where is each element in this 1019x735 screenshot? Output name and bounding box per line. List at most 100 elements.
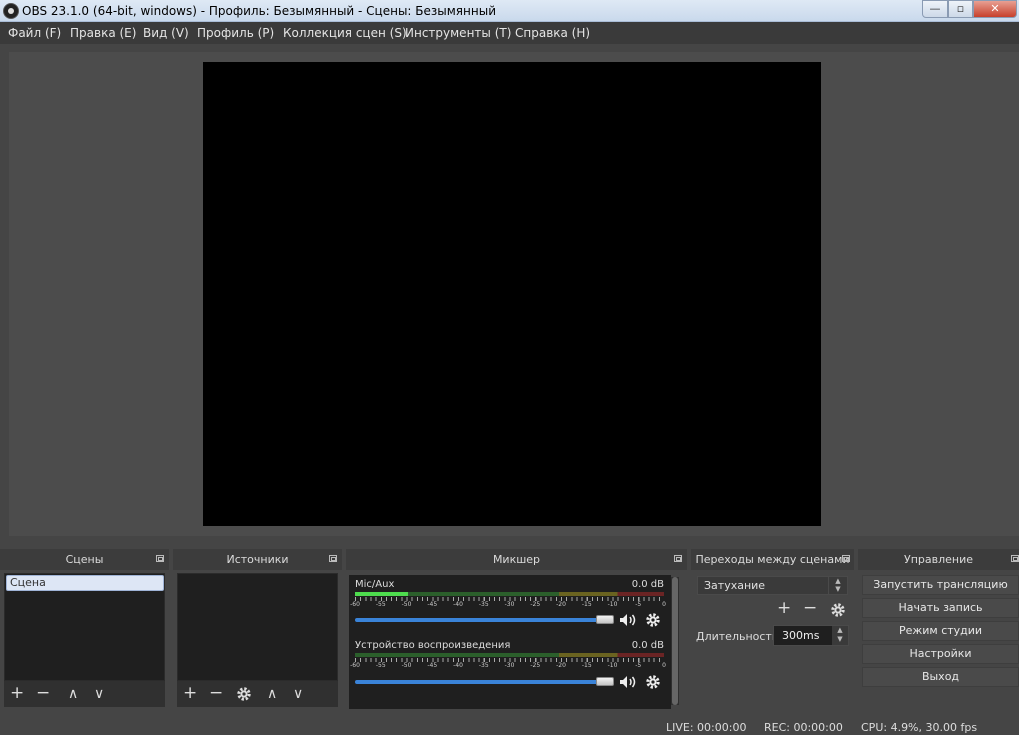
duration-spinbox[interactable]: 300ms ▲ ▼	[773, 625, 849, 646]
meter-scale-label: -10	[607, 662, 618, 669]
add-transition-icon[interactable]: +	[777, 600, 791, 617]
desktop-audio-settings-gear-icon[interactable]	[645, 674, 661, 690]
meter-scale-label: -40	[453, 662, 463, 669]
meter-scale-label: -50	[401, 601, 412, 608]
meter-scale-label: -25	[530, 601, 541, 608]
move-source-down-icon[interactable]: ∨	[293, 686, 303, 703]
maximize-button[interactable]: ▫	[948, 0, 973, 18]
meter-scale-label: -60	[350, 601, 360, 608]
controls-dock-header: Управление	[858, 549, 1019, 570]
desktop-audio-meter	[355, 653, 664, 657]
sources-toolbar	[177, 681, 338, 707]
meter-scale-label: -10	[607, 601, 618, 608]
sources-list[interactable]	[177, 573, 338, 681]
rec-timer: REC: 00:00:00	[764, 721, 843, 734]
title-bar: OBS 23.1.0 (64-bit, windows) - Профиль: …	[0, 0, 1019, 22]
mic-aux-meter-level	[355, 592, 408, 596]
sources-dock-header: Источники	[173, 549, 342, 570]
meter-scale-label: -20	[556, 662, 566, 669]
mic-aux-volume-slider[interactable]	[355, 618, 611, 622]
meter-scale-label: -45	[427, 662, 438, 669]
mixer-scrollbar-thumb[interactable]	[672, 577, 678, 705]
cpu-fps-readout: CPU: 4.9%, 30.00 fps	[861, 721, 978, 734]
desktop-audio-meter-scale: -60 -55 -50 -45 -40 -35 -30 -25 -20 -15 -10 -5 0	[350, 662, 670, 672]
meter-scale-label: -55	[375, 662, 386, 669]
desktop-audio-volume-slider[interactable]	[355, 680, 611, 684]
transitions-float-icon[interactable]	[842, 555, 850, 562]
add-source-icon[interactable]: +	[183, 685, 197, 702]
transition-select-value: Затухание	[704, 579, 766, 592]
obs-logo-icon	[3, 3, 19, 19]
scene-list-item[interactable]: Сцена	[6, 575, 164, 591]
desktop-audio-db-readout: 0.0 dB	[631, 640, 664, 651]
scenes-toolbar	[4, 681, 165, 707]
mixer-float-icon[interactable]	[674, 555, 682, 562]
meter-scale-label: -30	[504, 662, 515, 669]
controls-float-icon[interactable]	[1011, 555, 1019, 562]
meter-scale-label: 0	[662, 601, 666, 608]
mixer-dock-header: Микшер	[346, 549, 687, 570]
add-scene-icon[interactable]: +	[10, 685, 24, 702]
mic-aux-channel-name: Mic/Aux	[355, 579, 395, 590]
menu-scene-collection[interactable]: Коллекция сцен (S)	[283, 26, 407, 40]
sources-float-icon[interactable]	[329, 555, 337, 562]
meter-scale-label: -5	[635, 601, 642, 608]
remove-scene-icon[interactable]: −	[36, 685, 50, 702]
desktop-audio-channel-name: Устройство воспроизведения	[355, 640, 511, 651]
meter-scale-label: -60	[350, 662, 360, 669]
mic-aux-db-readout: 0.0 dB	[631, 579, 664, 590]
meter-scale-label: -25	[530, 662, 541, 669]
duration-stepper-icon[interactable]: ▲ ▼	[832, 626, 848, 645]
preview-canvas[interactable]	[203, 62, 821, 526]
meter-scale-label: -35	[478, 601, 489, 608]
menu-tools[interactable]: Инструменты (T)	[405, 26, 511, 40]
transition-select-arrows-icon: ▲ ▼	[828, 577, 847, 594]
menu-bar: Файл (F) Правка (E) Вид (V) Профиль (P) …	[0, 22, 1019, 44]
meter-scale-label: -50	[401, 662, 412, 669]
menu-profile[interactable]: Профиль (P)	[197, 26, 274, 40]
desktop-audio-volume-handle[interactable]	[596, 677, 614, 686]
start-recording-button[interactable]: Начать запись	[862, 598, 1019, 618]
meter-scale-label: -5	[635, 662, 642, 669]
meter-scale-label: -20	[556, 601, 566, 608]
meter-scale-label: 0	[662, 662, 666, 669]
meter-scale-label: -15	[581, 601, 592, 608]
remove-source-icon[interactable]: −	[209, 685, 223, 702]
exit-button[interactable]: Выход	[862, 667, 1019, 687]
menu-edit[interactable]: Правка (E)	[70, 26, 136, 40]
meter-scale-label: -55	[375, 601, 386, 608]
desktop-audio-speaker-icon[interactable]	[619, 675, 637, 689]
move-scene-up-icon[interactable]: ∧	[68, 686, 78, 703]
transition-select[interactable]: Затухание ▲ ▼	[697, 576, 848, 595]
scenes-float-icon[interactable]	[156, 555, 164, 562]
settings-button[interactable]: Настройки	[862, 644, 1019, 664]
close-button[interactable]: ✕	[973, 0, 1017, 18]
meter-scale-label: -30	[504, 601, 515, 608]
studio-mode-button[interactable]: Режим студии	[862, 621, 1019, 641]
menu-file[interactable]: Файл (F)	[8, 26, 61, 40]
mic-aux-meter	[355, 592, 664, 596]
menu-view[interactable]: Вид (V)	[143, 26, 189, 40]
move-scene-down-icon[interactable]: ∨	[94, 686, 104, 703]
move-source-up-icon[interactable]: ∧	[267, 686, 277, 703]
meter-scale-label: -35	[478, 662, 489, 669]
meter-scale-label: -45	[427, 601, 438, 608]
menu-help[interactable]: Справка (H)	[515, 26, 590, 40]
meter-scale-label: -15	[581, 662, 592, 669]
meter-scale-label: -40	[453, 601, 463, 608]
transitions-dock-header: Переходы между сценами	[691, 549, 854, 570]
mixer-scrollbar[interactable]	[671, 577, 679, 705]
mic-aux-volume-handle[interactable]	[596, 615, 614, 624]
minimize-button[interactable]: —	[922, 0, 948, 18]
mic-aux-settings-gear-icon[interactable]	[645, 612, 661, 628]
window-title: OBS 23.1.0 (64-bit, windows) - Профиль: …	[22, 4, 496, 18]
scenes-dock-header: Сцены	[0, 549, 169, 570]
source-properties-gear-icon[interactable]	[236, 686, 252, 702]
transition-properties-gear-icon[interactable]	[830, 602, 846, 618]
mic-aux-meter-scale: -60 -55 -50 -45 -40 -35 -30 -25 -20 -15 -10 -5 0	[350, 601, 670, 611]
start-streaming-button[interactable]: Запустить трансляцию	[862, 575, 1019, 595]
duration-value: 300ms	[782, 629, 820, 642]
remove-transition-icon[interactable]: −	[803, 600, 817, 617]
live-timer: LIVE: 00:00:00	[666, 721, 747, 734]
mic-aux-speaker-icon[interactable]	[619, 613, 637, 627]
